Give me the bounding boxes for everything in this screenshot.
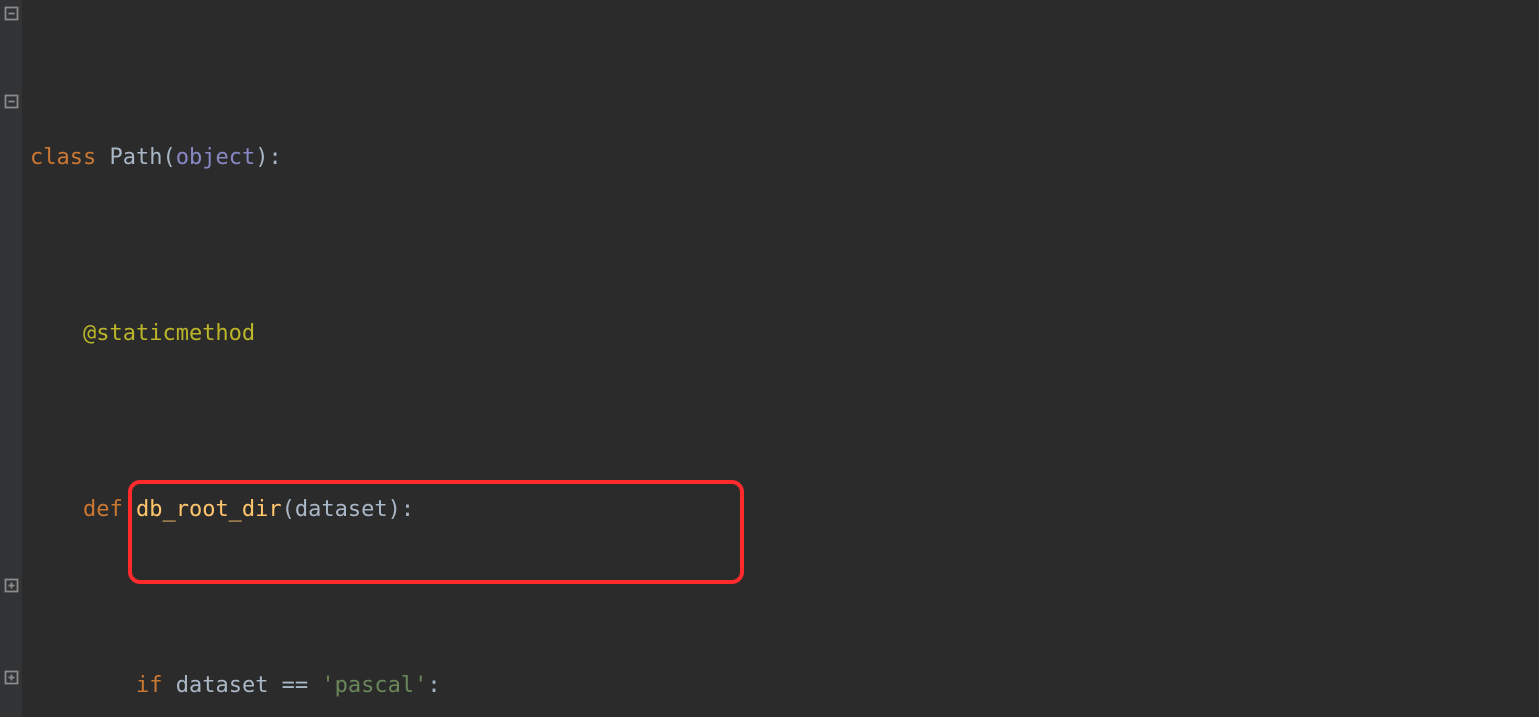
code-line[interactable]: if dataset == 'pascal': xyxy=(30,664,1235,708)
keyword-if: if xyxy=(136,673,176,698)
fold-icon[interactable] xyxy=(4,6,19,21)
class-name: Path xyxy=(109,145,162,170)
keyword-class: class xyxy=(30,145,109,170)
code-line[interactable]: class Path(object): xyxy=(30,136,1235,180)
paren-close-colon: ): xyxy=(255,145,282,170)
function-name: db_root_dir xyxy=(136,497,282,522)
fold-up-icon[interactable] xyxy=(4,670,19,685)
code-area[interactable]: class Path(object): @staticmethod def db… xyxy=(30,4,1235,717)
builtin-object: object xyxy=(176,145,255,170)
fold-up-icon[interactable] xyxy=(4,578,19,593)
paren-open: ( xyxy=(162,145,175,170)
code-line[interactable]: @staticmethod xyxy=(30,312,1235,356)
editor-gutter xyxy=(0,0,22,717)
code-editor[interactable]: class Path(object): @staticmethod def db… xyxy=(0,0,1539,717)
string-literal: 'pascal' xyxy=(321,673,427,698)
code-line[interactable]: def db_root_dir(dataset): xyxy=(30,488,1235,532)
fold-icon[interactable] xyxy=(4,94,19,109)
decorator: @staticmethod xyxy=(83,321,255,346)
keyword-def: def xyxy=(83,497,136,522)
param-dataset: dataset xyxy=(295,497,388,522)
